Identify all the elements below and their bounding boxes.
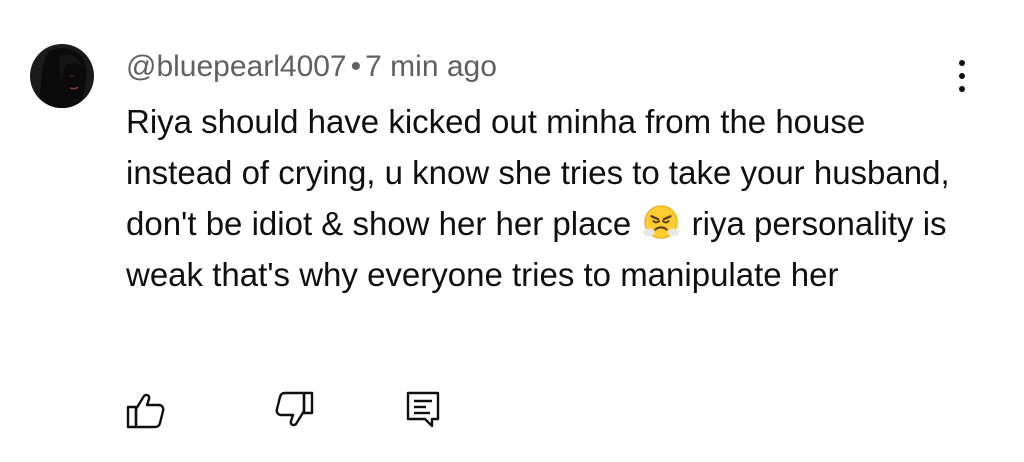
reply-button[interactable] [402, 388, 446, 432]
comment-header: @bluepearl4007 • 7 min ago [126, 47, 497, 87]
like-button[interactable] [124, 388, 168, 432]
more-options-button[interactable] [948, 56, 976, 96]
author-name[interactable]: @bluepearl4007 [126, 50, 347, 83]
reply-icon [406, 391, 440, 428]
meta-separator: • [350, 50, 362, 83]
avatar-image [30, 44, 94, 108]
dot [959, 73, 965, 79]
dot [959, 60, 965, 66]
comment-thread: @bluepearl4007 • 7 min ago Riya should hav… [0, 0, 1024, 462]
dot [959, 86, 965, 92]
comment-text: Riya should have kicked out minha from t… [126, 96, 966, 300]
dislike-button[interactable] [272, 388, 316, 432]
thumbs-down-icon [275, 391, 314, 427]
face-with-steam-from-nose-icon [643, 205, 680, 239]
avatar[interactable] [30, 44, 94, 108]
comment-timestamp[interactable]: 7 min ago [365, 50, 497, 83]
thumbs-up-icon [126, 393, 165, 429]
